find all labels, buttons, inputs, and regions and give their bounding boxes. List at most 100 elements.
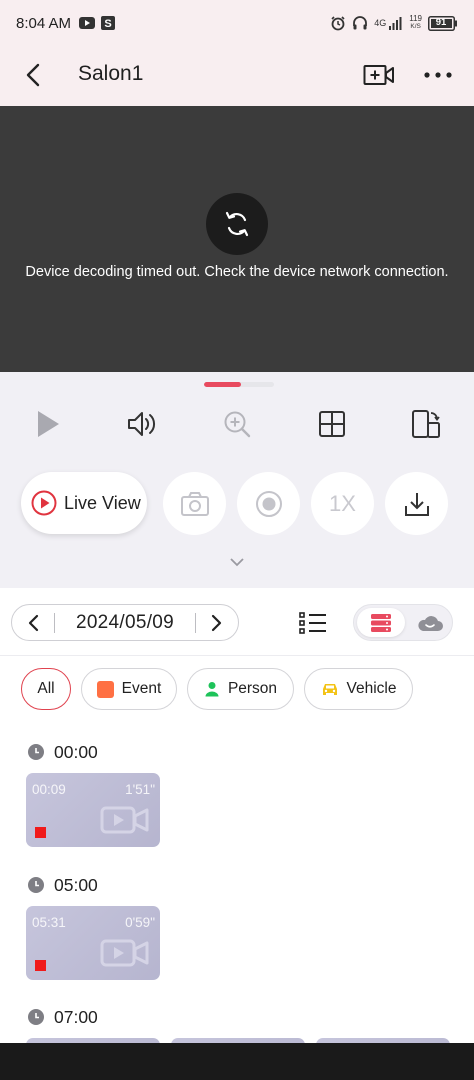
battery-icon: 91 xyxy=(428,15,458,31)
retry-button[interactable] xyxy=(206,193,268,255)
more-dots-icon xyxy=(424,72,452,78)
filter-event-label: Event xyxy=(121,680,162,697)
cloud-icon xyxy=(418,615,443,631)
clock-icon xyxy=(28,1009,44,1025)
action-row: Live View 1X xyxy=(0,450,474,588)
event-square-icon xyxy=(96,680,114,698)
event-filters: All Event Person Vehicle xyxy=(0,657,474,721)
clock-icon xyxy=(28,877,44,893)
time-group-label: 05:00 xyxy=(54,874,98,895)
page-title: Salon1 xyxy=(78,62,144,85)
add-camera-button[interactable] xyxy=(362,60,396,90)
time-group-header: 00:00 xyxy=(28,741,98,763)
rotate-screen-icon xyxy=(412,410,440,438)
car-icon xyxy=(322,684,337,695)
time-group-header: 05:00 xyxy=(28,874,98,896)
top-app-bar: Salon1 xyxy=(0,46,474,106)
filter-vehicle-label: Vehicle xyxy=(346,680,397,697)
drag-handle-indicator xyxy=(204,382,241,387)
selected-date[interactable]: 2024/05/09 xyxy=(55,612,195,634)
clip-start-time: 05:31 xyxy=(32,915,66,930)
expand-button[interactable] xyxy=(226,552,248,572)
download-icon xyxy=(404,492,429,516)
rotate-screen-button[interactable] xyxy=(408,406,444,442)
playback-speed-button[interactable]: 1X xyxy=(311,472,374,535)
chevron-right-icon xyxy=(211,614,222,631)
clip-duration: 0'59" xyxy=(125,915,155,930)
live-view-label: Live View xyxy=(64,492,141,513)
camera-icon xyxy=(180,491,209,516)
time-group-header: 07:00 xyxy=(28,1006,98,1028)
list-icon xyxy=(299,612,326,634)
play-icon xyxy=(38,411,59,437)
time-group-label: 07:00 xyxy=(54,1006,98,1027)
date-bar: 2024/05/09 xyxy=(0,588,474,656)
back-button[interactable] xyxy=(18,60,48,90)
status-time: 8:04 AM xyxy=(16,14,72,32)
storage-toggle xyxy=(353,604,453,641)
live-view-icon xyxy=(31,490,57,516)
back-arrow-icon xyxy=(26,63,40,87)
date-picker: 2024/05/09 xyxy=(11,604,239,641)
network-speed-value: 119 xyxy=(409,14,422,23)
record-marker xyxy=(35,827,46,838)
time-group-label: 00:00 xyxy=(54,741,98,762)
record-marker xyxy=(35,960,46,971)
clip-duration: 1'51" xyxy=(125,782,155,797)
recording-clip[interactable]: 05:31 0'59" xyxy=(26,906,160,980)
snapshot-button[interactable] xyxy=(163,472,226,535)
filter-vehicle[interactable]: Vehicle xyxy=(304,668,413,710)
speaker-icon xyxy=(128,412,156,436)
svg-text:S: S xyxy=(104,18,111,30)
playback-screen: 8:04 AM S 4G 119 K/S 91 Salon1 Device de… xyxy=(0,0,474,1080)
play-button[interactable] xyxy=(30,406,66,442)
add-camera-icon xyxy=(363,65,394,85)
video-camera-icon xyxy=(100,806,149,834)
more-options-button[interactable] xyxy=(420,60,456,90)
download-button[interactable] xyxy=(385,472,448,535)
person-icon xyxy=(205,682,219,697)
refresh-icon xyxy=(225,211,249,237)
clock-icon xyxy=(28,744,44,760)
alarm-icon xyxy=(330,15,346,31)
live-view-button[interactable]: Live View xyxy=(21,472,147,534)
filter-all[interactable]: All xyxy=(21,668,71,710)
record-button[interactable] xyxy=(237,472,300,535)
filter-person-label: Person xyxy=(227,680,278,697)
list-view-button[interactable] xyxy=(297,609,329,637)
drag-handle[interactable] xyxy=(204,382,274,387)
video-player[interactable]: Device decoding timed out. Check the dev… xyxy=(0,106,474,372)
zoom-in-icon xyxy=(224,411,251,438)
previous-day-button[interactable] xyxy=(12,605,54,640)
player-controls xyxy=(0,372,474,450)
app-s-icon: S xyxy=(101,16,116,30)
chevron-left-icon xyxy=(28,614,39,631)
grid-icon xyxy=(319,411,345,437)
sound-button[interactable] xyxy=(124,406,160,442)
split-view-button[interactable] xyxy=(314,406,350,442)
network-speed-unit: K/S xyxy=(410,23,421,30)
filter-all-label: All xyxy=(37,680,55,697)
network-speed: 119 K/S xyxy=(409,15,422,31)
signal-icon xyxy=(389,16,403,30)
recording-timeline: 00:00 00:09 1'51" 05:00 05:31 0'59" 07:0… xyxy=(0,721,474,1043)
youtube-icon xyxy=(79,17,96,29)
system-navigation-bar xyxy=(0,1043,474,1080)
next-day-button[interactable] xyxy=(196,605,238,640)
network-type: 4G xyxy=(374,18,387,28)
zoom-button[interactable] xyxy=(219,406,255,442)
sd-storage-icon xyxy=(371,613,391,632)
filter-person[interactable]: Person xyxy=(187,668,294,710)
battery-level: 91 xyxy=(435,16,447,28)
recording-clip[interactable]: 00:09 1'51" xyxy=(26,773,160,847)
filter-event[interactable]: Event xyxy=(81,668,177,710)
chevron-down-icon xyxy=(230,558,244,567)
video-error-message: Device decoding timed out. Check the dev… xyxy=(25,264,449,280)
playback-speed-label: 1X xyxy=(329,490,356,516)
video-camera-icon xyxy=(100,939,149,967)
cloud-storage-button[interactable] xyxy=(409,608,451,637)
local-storage-button[interactable] xyxy=(357,608,405,637)
headphones-icon xyxy=(352,15,368,31)
status-bar: 8:04 AM S 4G 119 K/S 91 xyxy=(0,0,474,46)
record-icon xyxy=(255,490,282,517)
